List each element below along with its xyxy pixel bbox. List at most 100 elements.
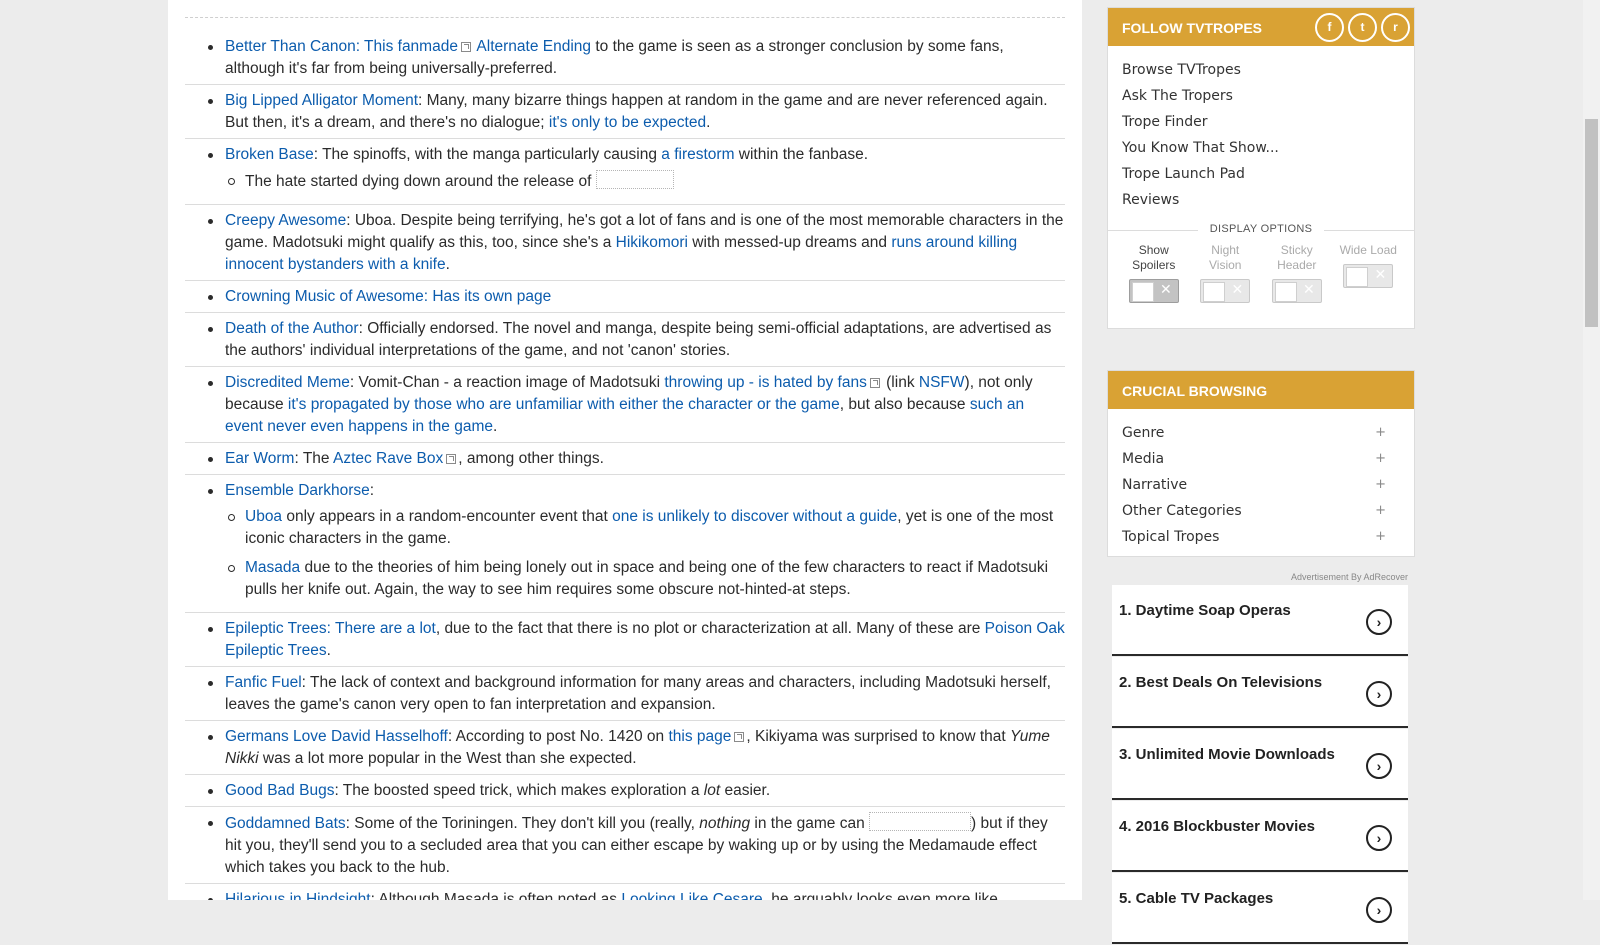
expand-icon[interactable]: + [1375, 472, 1386, 498]
toggle-knob [1346, 267, 1369, 287]
crucial-item[interactable]: Media + [1122, 446, 1414, 472]
trope-link[interactable]: NSFW [919, 374, 965, 391]
trope-link[interactable]: Crowning Music of Awesome [225, 288, 424, 305]
follow-title: FOLLOW TVTROPES [1122, 20, 1262, 36]
display-toggle[interactable]: Sticky Header ✕ [1267, 243, 1327, 303]
crucial-item[interactable]: Narrative + [1122, 472, 1414, 498]
arrow-right-icon[interactable]: › [1366, 825, 1392, 851]
display-toggle[interactable]: Show Spoilers ✕ [1124, 243, 1184, 303]
spoiler-block[interactable] [869, 812, 972, 831]
body-text: in the game can [750, 815, 870, 832]
trope-link[interactable]: a firestorm [661, 146, 734, 163]
trope-link[interactable]: Masada [245, 559, 300, 576]
trope-link[interactable]: Alternate Ending [473, 38, 591, 55]
follow-link[interactable]: You Know That Show... [1122, 135, 1414, 161]
trope-link[interactable]: Fanfic Fuel [225, 674, 302, 691]
expand-icon[interactable]: + [1375, 446, 1386, 472]
trope-link[interactable]: Good Bad Bugs [225, 782, 334, 799]
spoiler-block[interactable] [595, 170, 674, 189]
trope-link[interactable]: Broken Base [225, 146, 314, 163]
follow-panel: FOLLOW TVTROPES ftr Browse TVTropes Ask T… [1107, 7, 1415, 329]
twitter-icon[interactable]: t [1348, 13, 1377, 42]
ad-title: 1. Daytime Soap Operas [1119, 602, 1291, 619]
ad-item[interactable]: 1. Daytime Soap Operas › [1112, 585, 1408, 656]
facebook-icon[interactable]: f [1315, 13, 1344, 42]
trope-link[interactable]: Ear Worm [225, 450, 294, 467]
trope-link[interactable]: Ensemble Darkhorse [225, 482, 370, 499]
arrow-right-icon[interactable]: › [1366, 897, 1392, 923]
trope-entry: Good Bad Bugs: The boosted speed trick, … [185, 780, 1065, 807]
trope-entry: Ear Worm: The Aztec Rave Box , among othe… [185, 448, 1065, 475]
toggle-knob [1274, 282, 1297, 302]
body-text: , Kikiyama was surprised to know that [746, 728, 1010, 745]
trope-link[interactable]: Death of the Author [225, 320, 359, 337]
display-toggle[interactable]: Night Vision ✕ [1195, 243, 1255, 303]
crucial-item[interactable]: Genre + [1122, 420, 1414, 446]
trope-link[interactable]: : [327, 620, 335, 637]
body-text: within the fanbase. [734, 146, 869, 163]
trope-entry: Broken Base: The spinoffs, with the mang… [185, 144, 1065, 205]
trope-link[interactable]: Has its own page [432, 288, 551, 305]
toggle-switch[interactable]: ✕ [1128, 279, 1179, 303]
trope-entry: Goddamned Bats: Some of the Toriningen. … [185, 812, 1065, 884]
crucial-item[interactable]: Topical Tropes + [1122, 524, 1414, 550]
body-text: , but also because [839, 396, 970, 413]
trope-link[interactable]: this page [668, 728, 731, 745]
ad-item[interactable]: 3. Unlimited Movie Downloads › [1112, 729, 1408, 800]
page-scrollbar[interactable] [1583, 0, 1600, 900]
trope-link[interactable]: Big Lipped Alligator Moment [225, 92, 418, 109]
trope-link[interactable]: Looking Like Cesare [621, 891, 762, 900]
body-text: , he arguably looks even more like [762, 891, 998, 900]
arrow-right-icon[interactable]: › [1366, 753, 1392, 779]
crucial-item-label: Other Categories [1122, 503, 1242, 519]
expand-icon[interactable]: + [1375, 498, 1386, 524]
toggle-switch[interactable]: ✕ [1271, 279, 1322, 303]
trope-link[interactable]: There are a lot [335, 620, 436, 637]
body-text: . [326, 642, 331, 659]
arrow-right-icon[interactable]: › [1366, 609, 1392, 635]
reddit-icon[interactable]: r [1381, 13, 1410, 42]
follow-link[interactable]: Trope Finder [1122, 109, 1414, 135]
trope-link[interactable]: it's propagated by those who are unfamil… [288, 396, 840, 413]
close-icon: ✕ [1303, 281, 1315, 297]
external-link-icon [460, 42, 471, 52]
trope-entry: Hilarious in Hindsight: Although Masada … [185, 889, 1065, 900]
trope-link[interactable]: Hikikomori [616, 234, 688, 251]
trope-link[interactable]: Germans Love David Hasselhoff [225, 728, 448, 745]
trope-link[interactable]: : [356, 38, 364, 55]
trope-link[interactable]: it's only to be expected [549, 114, 706, 131]
trope-entry: Death of the Author: Officially endorsed… [185, 318, 1065, 367]
follow-link[interactable]: Browse TVTropes [1122, 57, 1414, 83]
follow-link[interactable]: Ask The Tropers [1122, 83, 1414, 109]
trope-link[interactable]: throwing up - is hated by fans [664, 374, 866, 391]
trope-link[interactable]: This fanmade [364, 38, 458, 55]
display-options-heading: DISPLAY OPTIONS [1108, 223, 1414, 235]
trope-link[interactable]: Uboa [245, 508, 282, 525]
trope-link[interactable]: Better Than Canon [225, 38, 356, 55]
trope-link[interactable]: Aztec Rave Box [333, 450, 443, 467]
trope-entry: Crowning Music of Awesome: Has its own p… [185, 286, 1065, 313]
trope-link[interactable]: Discredited Meme [225, 374, 350, 391]
trope-link[interactable]: Hilarious in Hindsight [225, 891, 371, 900]
toggle-switch[interactable]: ✕ [1200, 279, 1251, 303]
toggle-switch[interactable]: ✕ [1343, 264, 1394, 288]
trope-link[interactable]: Epileptic Trees [225, 620, 327, 637]
ad-item[interactable]: 4. 2016 Blockbuster Movies › [1112, 801, 1408, 872]
scroll-thumb[interactable] [1585, 119, 1598, 327]
emphasis-text: nothing [699, 815, 751, 832]
follow-link[interactable]: Trope Launch Pad [1122, 161, 1414, 187]
sub-list: The hate started dying down around the r… [225, 170, 1065, 193]
ad-item[interactable]: 5. Cable TV Packages › [1112, 873, 1408, 944]
display-toggle[interactable]: Wide Load ✕ [1338, 243, 1398, 303]
trope-link[interactable]: Goddamned Bats [225, 815, 346, 832]
ad-item[interactable]: 2. Best Deals On Televisions › [1112, 657, 1408, 728]
crucial-item[interactable]: Other Categories + [1122, 498, 1414, 524]
trope-link[interactable]: Creepy Awesome [225, 212, 346, 229]
emphasis-text: lot [703, 782, 721, 799]
expand-icon[interactable]: + [1375, 420, 1386, 446]
trope-link[interactable]: one is unlikely to discover without a gu… [612, 508, 897, 525]
trope-entry: Creepy Awesome: Uboa. Despite being terr… [185, 210, 1065, 281]
follow-link[interactable]: Reviews [1122, 187, 1414, 213]
arrow-right-icon[interactable]: › [1366, 681, 1392, 707]
expand-icon[interactable]: + [1375, 524, 1386, 550]
